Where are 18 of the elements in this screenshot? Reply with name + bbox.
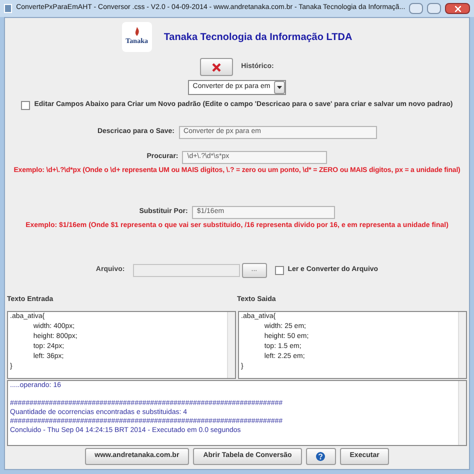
- close-button[interactable]: [445, 3, 470, 14]
- company-name: Tanaka Tecnologia da Informação LTDA: [164, 30, 352, 44]
- file-path-field[interactable]: [132, 264, 240, 276]
- clear-button[interactable]: [200, 58, 234, 76]
- scrollbar[interactable]: [227, 312, 235, 378]
- scrollbar[interactable]: [458, 381, 466, 445]
- delete-icon: [212, 62, 222, 72]
- help-icon: [316, 452, 326, 461]
- maximize-button[interactable]: [427, 3, 442, 14]
- checkbox[interactable]: [21, 100, 30, 110]
- checkbox[interactable]: [274, 266, 284, 274]
- scrollbar[interactable]: [458, 312, 466, 378]
- app-icon: [4, 4, 12, 13]
- flame-icon: [134, 27, 140, 36]
- close-icon: [454, 6, 461, 12]
- minimize-button[interactable]: [409, 3, 424, 14]
- help-button[interactable]: [306, 448, 336, 465]
- caret-icon: [277, 86, 282, 89]
